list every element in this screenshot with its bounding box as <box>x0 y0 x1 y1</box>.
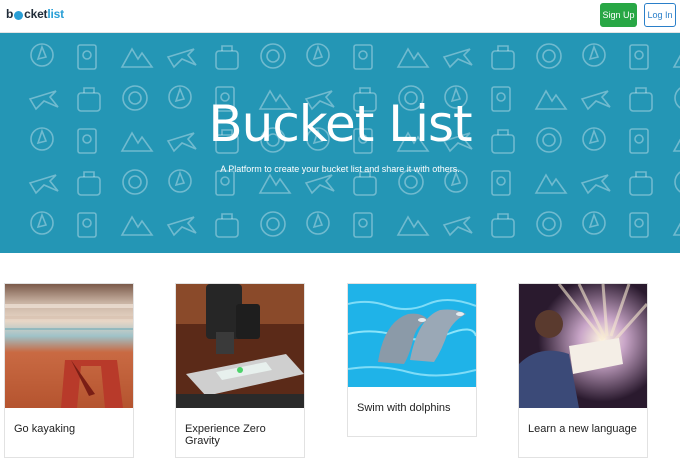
hero-title: Bucket List <box>208 95 472 153</box>
dolphins-image <box>348 284 476 387</box>
card-title: Experience Zero Gravity <box>185 423 266 447</box>
bucket-card-kayaking[interactable]: Go kayaking <box>4 283 134 458</box>
bucket-card-zero-gravity[interactable]: Experience Zero Gravity <box>175 283 305 458</box>
signup-button[interactable]: Sign Up <box>600 3 637 27</box>
navbar: b cket list Sign Up Log In <box>0 0 680 33</box>
kayaking-image <box>5 284 133 408</box>
brand-text-start: b <box>6 7 14 21</box>
reading-image <box>519 284 647 408</box>
card-title: Learn a new language <box>528 423 637 435</box>
brand-logo[interactable]: b cket list <box>6 7 64 21</box>
hero-subtitle: A Platform to create your bucket list an… <box>220 164 460 174</box>
brand-text-end: list <box>47 7 64 21</box>
login-button[interactable]: Log In <box>644 3 676 27</box>
bucket-card-dolphins[interactable]: Swim with dolphins <box>347 283 477 437</box>
hero-banner: Bucket List A Platform to create your bu… <box>0 33 680 253</box>
card-title: Swim with dolphins <box>357 402 451 414</box>
brand-text-middle: cket <box>24 7 48 21</box>
microscope-image <box>176 284 304 408</box>
bucket-card-language[interactable]: Learn a new language <box>518 283 648 458</box>
card-title: Go kayaking <box>14 423 76 435</box>
globe-icon <box>14 10 24 20</box>
